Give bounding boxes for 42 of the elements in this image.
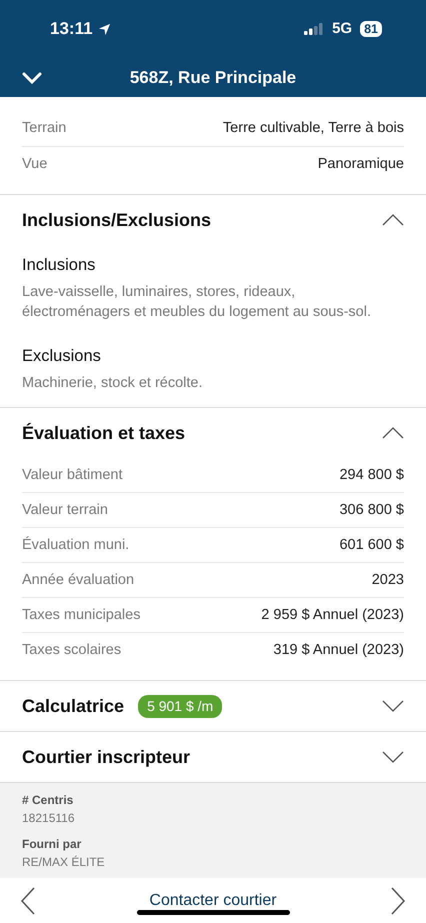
info-label: # Centris xyxy=(22,792,74,810)
price-badge: 5 901 $ /m xyxy=(138,694,222,718)
row-value: 601 600 $ xyxy=(339,536,404,555)
chevron-down-icon[interactable] xyxy=(382,751,404,764)
row-label: Évaluation muni. xyxy=(22,535,130,555)
row-value: Panoramique xyxy=(318,154,404,174)
location-icon xyxy=(98,22,111,36)
row-label: Taxes municipales xyxy=(22,606,140,625)
section-title: Courtier inscripteur xyxy=(22,746,190,769)
block-text: Machinerie, stock et récolte. xyxy=(22,374,204,394)
network-label: 5G xyxy=(332,18,352,39)
battery-indicator: 81 xyxy=(360,21,382,37)
section-title: Calculatrice xyxy=(22,694,124,718)
chevron-left-icon[interactable] xyxy=(20,886,36,914)
row-value: 306 800 $ xyxy=(339,500,404,520)
block-heading: Inclusions xyxy=(22,255,96,276)
row-label: Terrain xyxy=(22,119,66,138)
chevron-down-icon[interactable] xyxy=(382,700,404,712)
section-title: Inclusions/Exclusions xyxy=(22,208,212,232)
row-value: Terre cultivable, Terre à bois xyxy=(222,119,404,138)
contact-broker-button[interactable]: Contacter courtier xyxy=(149,888,277,912)
row-value: 2023 xyxy=(372,570,404,590)
row-value: 2 959 $ Annuel (2023) xyxy=(261,606,404,625)
page-title: 568Z, Rue Principale xyxy=(130,66,296,89)
row-label: Valeur terrain xyxy=(22,500,108,520)
info-value: RE/MAX ÉLITE xyxy=(22,854,106,872)
chevron-right-icon[interactable] xyxy=(390,886,406,914)
info-label: Fourni par xyxy=(22,836,82,854)
signal-icon xyxy=(304,23,324,35)
row-value: 294 800 $ xyxy=(339,466,404,485)
row-label: Année évaluation xyxy=(22,570,134,590)
block-heading: Exclusions xyxy=(22,346,102,368)
row-label: Valeur bâtiment xyxy=(22,466,122,485)
block-text: Lave-vaisselle, luminaires, stores, rideaux, électroménagers et meubles du logement au sous-sol. xyxy=(22,282,372,322)
info-value: 18215116 xyxy=(22,810,76,828)
section-title: Évaluation et taxes xyxy=(22,422,186,445)
row-value: 319 $ Annuel (2023) xyxy=(273,641,404,660)
chevron-up-icon[interactable] xyxy=(382,214,404,226)
status-time: 13:11 xyxy=(50,18,93,40)
row-label: Vue xyxy=(22,154,48,174)
chevron-up-icon[interactable] xyxy=(382,427,404,440)
row-label: Taxes scolaires xyxy=(22,641,122,660)
